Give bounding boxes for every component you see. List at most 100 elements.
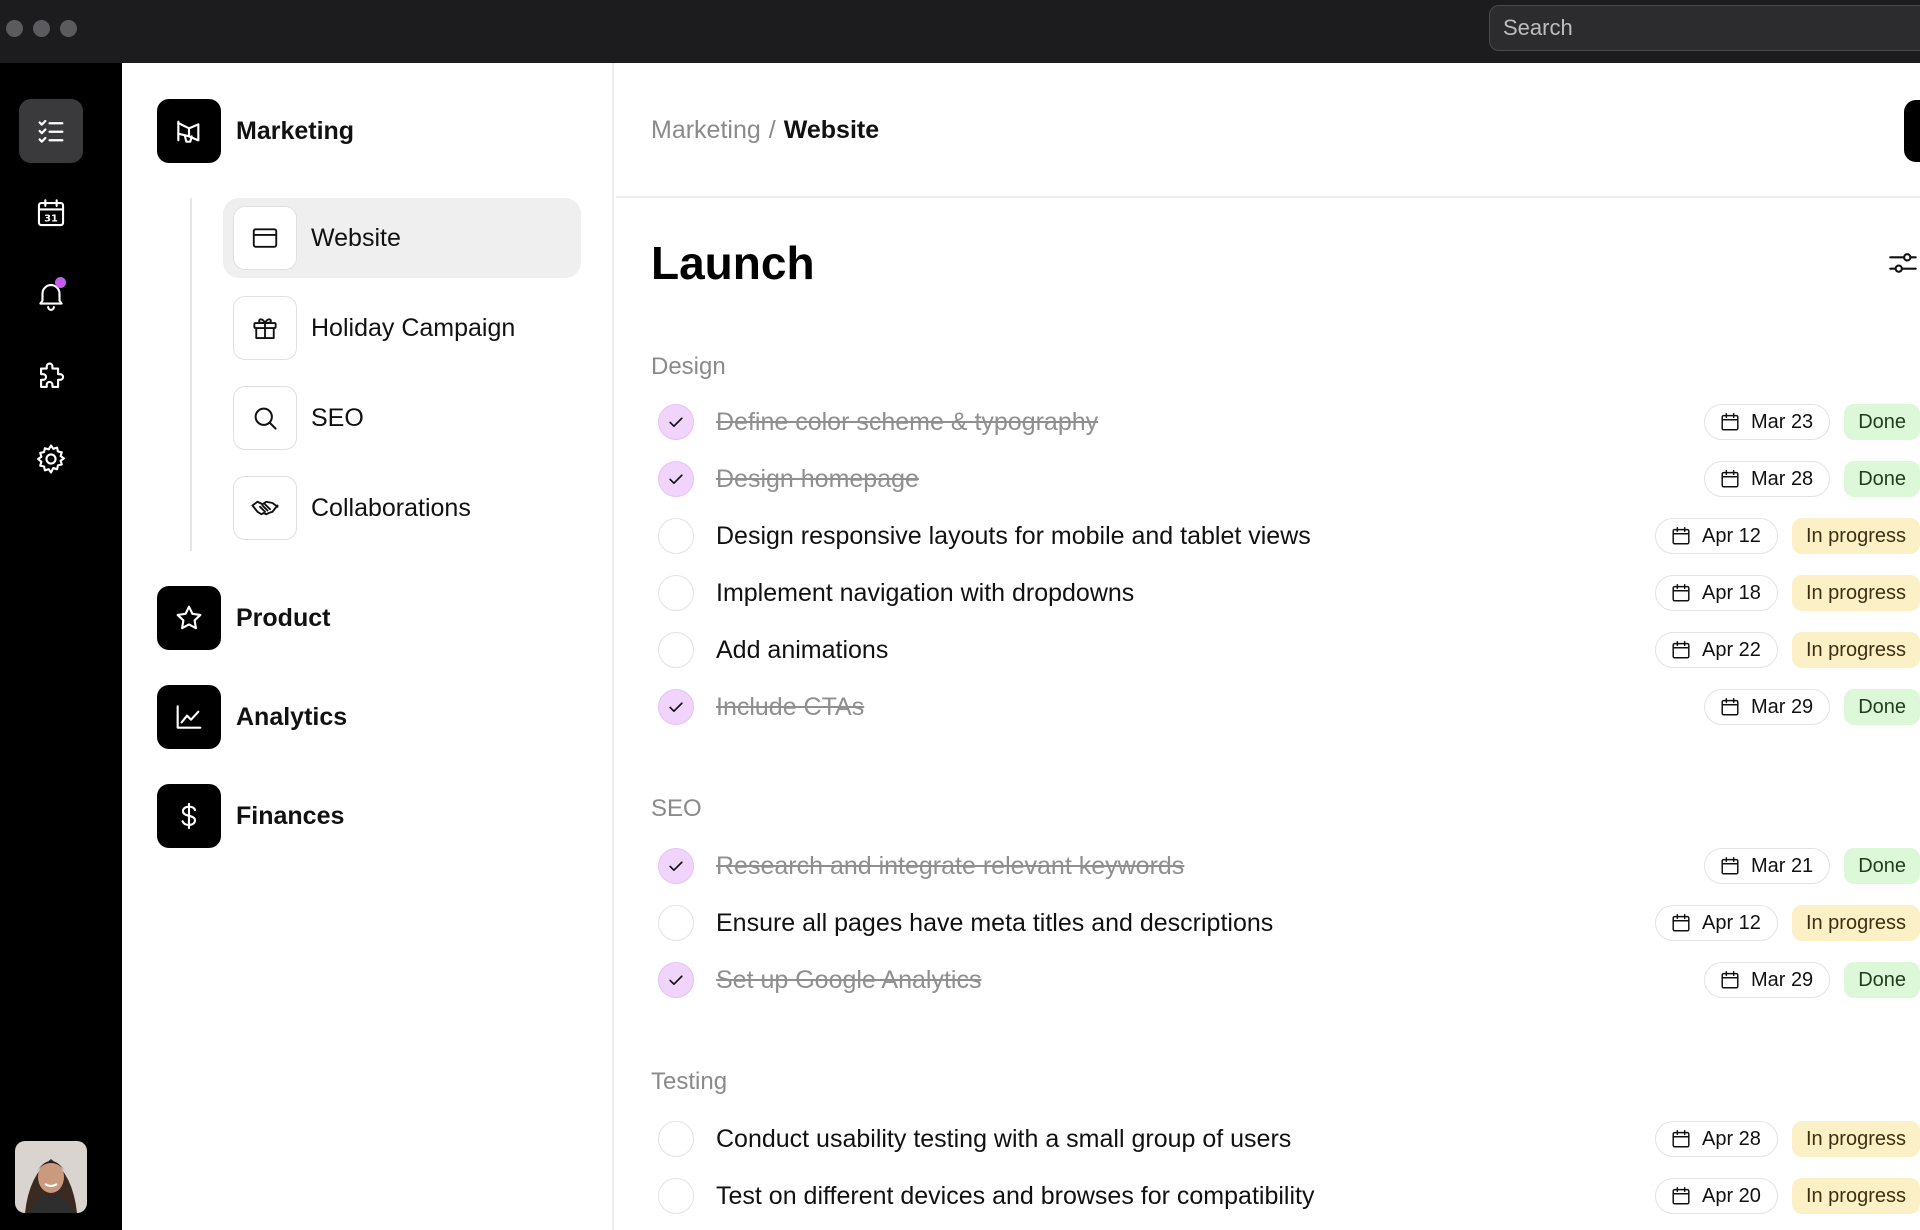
task-row[interactable]: Design homepage Mar 28 Done (658, 453, 1920, 505)
status-badge[interactable]: Done (1844, 689, 1920, 725)
calendar-icon (1672, 527, 1690, 545)
status-badge[interactable]: In progress (1791, 575, 1920, 611)
due-date-text: Mar 23 (1750, 410, 1814, 433)
task-checkbox[interactable] (658, 632, 694, 668)
task-row[interactable]: Add animations Apr 22 In progress (658, 624, 1920, 676)
search-box[interactable] (1489, 5, 1920, 51)
window-close-button[interactable] (6, 20, 23, 37)
project-finances[interactable]: Finances (157, 784, 344, 848)
project-product[interactable]: Product (157, 586, 330, 650)
task-title[interactable]: Add animations (716, 636, 888, 665)
due-date-pill[interactable]: Apr 22 (1655, 632, 1778, 668)
breadcrumb-parent[interactable]: Marketing (651, 116, 761, 144)
rail-plugins-button[interactable] (19, 345, 83, 409)
task-checkbox[interactable] (658, 1178, 694, 1214)
status-badge[interactable]: In progress (1791, 905, 1920, 941)
task-row[interactable]: Research and integrate relevant keywords… (658, 840, 1920, 892)
due-date-pill[interactable]: Apr 20 (1655, 1178, 1778, 1214)
task-checkbox[interactable] (658, 1121, 694, 1157)
due-date-pill[interactable]: Mar 23 (1703, 404, 1831, 440)
task-checkbox[interactable] (658, 518, 694, 554)
task-title[interactable]: Research and integrate relevant keywords (716, 852, 1184, 881)
task-title[interactable]: Include CTAs (716, 693, 864, 722)
due-date-pill[interactable]: Mar 21 (1703, 848, 1831, 884)
gear-icon (37, 444, 65, 474)
task-row[interactable]: Conduct usability testing with a small g… (658, 1113, 1920, 1165)
task-checkbox[interactable] (658, 848, 694, 884)
task-title[interactable]: Define color scheme & typography (716, 408, 1098, 437)
icon-rail: 31 (0, 63, 122, 1230)
due-date-pill[interactable]: Apr 12 (1655, 905, 1778, 941)
filter-settings-icon[interactable] (1886, 246, 1920, 280)
status-badge[interactable]: Done (1844, 962, 1920, 998)
breadcrumb: Marketing / Website (651, 116, 879, 145)
subproject-seo[interactable]: SEO (223, 378, 581, 458)
due-date-pill[interactable]: Mar 29 (1703, 689, 1831, 725)
task-meta: Apr 22 In progress (1655, 632, 1920, 668)
task-title[interactable]: Set up Google Analytics (716, 966, 981, 995)
task-row[interactable]: Test on different devices and browses fo… (658, 1170, 1920, 1222)
subproject-website[interactable]: Website (223, 198, 581, 278)
due-date-text: Apr 12 (1702, 911, 1761, 934)
calendar-day-number: 31 (44, 214, 58, 225)
due-date-pill[interactable]: Mar 28 (1703, 461, 1831, 497)
task-meta: Apr 28 In progress (1655, 1121, 1920, 1157)
line-chart-icon (176, 705, 202, 729)
task-title[interactable]: Ensure all pages have meta titles and de… (716, 909, 1273, 938)
task-row[interactable]: Include CTAs Mar 29 Done (658, 681, 1920, 733)
rail-calendar-button[interactable]: 31 (19, 181, 83, 245)
browser-window-icon (252, 228, 278, 248)
task-title[interactable]: Test on different devices and browses fo… (716, 1182, 1314, 1211)
due-date-text: Mar 29 (1750, 968, 1814, 991)
calendar-icon: 31 (37, 199, 65, 227)
due-date-pill[interactable]: Apr 18 (1655, 575, 1778, 611)
task-title[interactable]: Conduct usability testing with a small g… (716, 1125, 1291, 1154)
search-input[interactable] (1503, 15, 1920, 41)
project-analytics[interactable]: Analytics (157, 685, 347, 749)
status-badge[interactable]: In progress (1791, 518, 1920, 554)
project-marketing[interactable]: Marketing (157, 99, 354, 163)
window-minimize-button[interactable] (33, 20, 50, 37)
task-title[interactable]: Design responsive layouts for mobile and… (716, 522, 1311, 551)
task-title[interactable]: Design homepage (716, 465, 919, 494)
due-date-text: Apr 20 (1702, 1184, 1761, 1207)
task-checkbox[interactable] (658, 575, 694, 611)
subproject-collaborations[interactable]: Collaborations (223, 468, 581, 548)
status-badge[interactable]: Done (1844, 848, 1920, 884)
status-badge[interactable]: In progress (1791, 1121, 1920, 1157)
task-title[interactable]: Implement navigation with dropdowns (716, 579, 1134, 608)
task-checkbox[interactable] (658, 962, 694, 998)
subproject-holiday-campaign[interactable]: Holiday Campaign (223, 288, 581, 368)
task-checkbox[interactable] (658, 689, 694, 725)
calendar-icon (1672, 1130, 1690, 1148)
task-checkbox[interactable] (658, 461, 694, 497)
section-title: Testing (651, 1068, 728, 1095)
project-label: Marketing (236, 116, 355, 145)
due-date-pill[interactable]: Apr 28 (1655, 1121, 1778, 1157)
due-date-pill[interactable]: Mar 29 (1703, 962, 1831, 998)
task-row[interactable]: Design responsive layouts for mobile and… (658, 510, 1920, 562)
status-badge[interactable]: Done (1844, 404, 1920, 440)
task-meta: Apr 12 In progress (1655, 518, 1920, 554)
status-badge[interactable]: In progress (1791, 1178, 1920, 1214)
task-checkbox[interactable] (658, 404, 694, 440)
subproject-label: Holiday Campaign (311, 313, 516, 342)
user-avatar-image (15, 1141, 87, 1213)
rail-tasks-button[interactable] (19, 99, 83, 163)
calendar-icon (1721, 971, 1739, 989)
subproject-icon-box (233, 476, 297, 540)
task-row[interactable]: Define color scheme & typography Mar 23 Do… (658, 396, 1920, 448)
window-zoom-button[interactable] (60, 20, 77, 37)
calendar-icon (1721, 470, 1739, 488)
status-badge[interactable]: In progress (1791, 632, 1920, 668)
task-checkbox[interactable] (658, 905, 694, 941)
status-badge[interactable]: Done (1844, 461, 1920, 497)
due-date-pill[interactable]: Apr 12 (1655, 518, 1778, 554)
rail-notifications-button[interactable] (19, 263, 83, 327)
task-row[interactable]: Set up Google Analytics Mar 29 Done (658, 954, 1920, 1006)
task-row[interactable]: Ensure all pages have meta titles and de… (658, 897, 1920, 949)
user-avatar[interactable] (15, 1141, 87, 1213)
rail-settings-button[interactable] (19, 427, 83, 491)
header-action-button[interactable] (1904, 100, 1920, 162)
task-row[interactable]: Implement navigation with dropdowns Apr 1… (658, 567, 1920, 619)
